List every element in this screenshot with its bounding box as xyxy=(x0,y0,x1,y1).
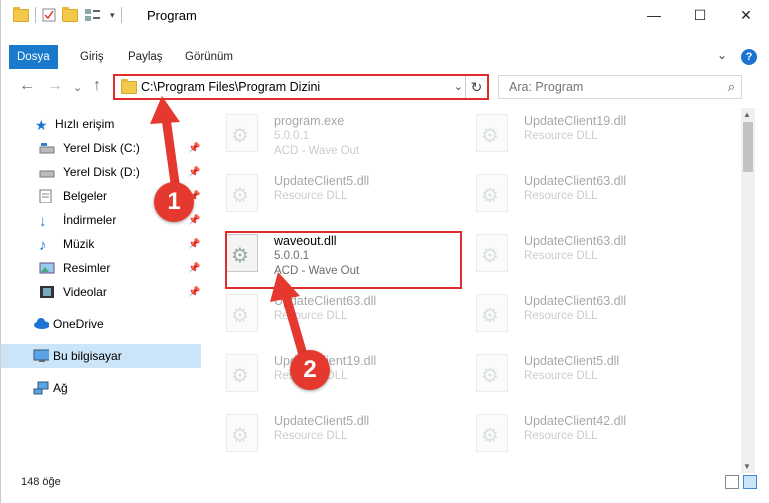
annotation-arrows xyxy=(150,96,311,370)
step1-arrow xyxy=(161,113,181,195)
step1-badge: 1 xyxy=(154,182,194,222)
step2-arrowhead xyxy=(270,272,300,302)
step2-badge: 2 xyxy=(290,350,330,390)
step1-arrowhead xyxy=(150,96,180,124)
